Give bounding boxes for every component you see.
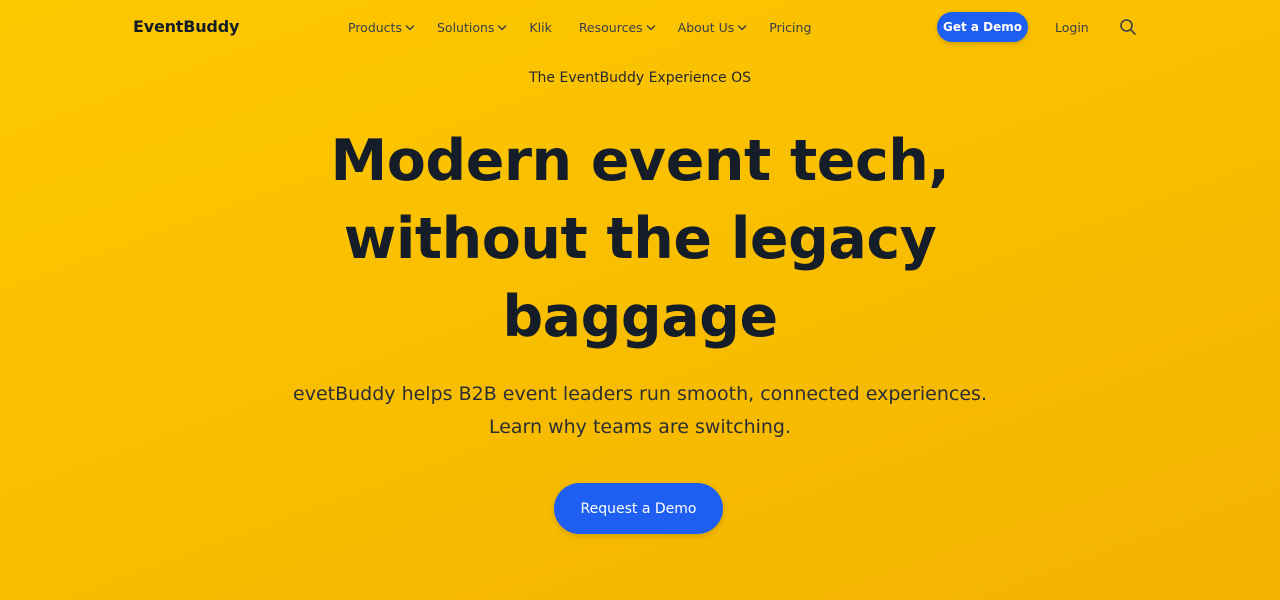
- search-icon[interactable]: [1119, 18, 1137, 36]
- nav-item-label: Products: [348, 20, 402, 35]
- chevron-down-icon: [737, 24, 747, 31]
- get-a-demo-button[interactable]: Get a Demo: [937, 12, 1028, 42]
- nav-item-label: Resources: [578, 20, 643, 35]
- top-navbar: EventBuddy Products Solutions Klik Resou…: [0, 0, 1280, 56]
- nav-item-pricing[interactable]: Pricing: [769, 20, 811, 35]
- nav-item-solutions[interactable]: Solutions: [437, 20, 507, 35]
- main-menu: Products Solutions Klik Resources About …: [348, 20, 811, 35]
- chevron-down-icon: [646, 24, 656, 31]
- hero-subtitle: evetBuddy helps B2B event leaders run sm…: [240, 378, 1040, 444]
- hero-eyebrow: The EventBuddy Experience OS: [528, 70, 751, 86]
- headline-line: Modern event tech,: [330, 128, 950, 194]
- logo[interactable]: EventBuddy: [133, 17, 239, 36]
- nav-item-klik[interactable]: Klik: [529, 20, 551, 35]
- nav-item-label: Klik: [529, 20, 552, 35]
- nav-item-label: Solutions: [436, 20, 495, 35]
- nav-item-products[interactable]: Products: [348, 20, 415, 35]
- nav-item-label: About Us: [677, 20, 735, 35]
- nav-item-resources[interactable]: Resources: [579, 20, 656, 35]
- subtitle-line: Learn why teams are switching.: [488, 416, 792, 438]
- headline-line: baggage: [502, 284, 778, 350]
- nav-item-about-us[interactable]: About Us: [678, 20, 748, 35]
- chevron-down-icon: [497, 24, 507, 31]
- subtitle-line: evetBuddy helps B2B event leaders run sm…: [293, 383, 987, 405]
- chevron-down-icon: [405, 24, 415, 31]
- hero-headline: Modern event tech, without the legacy ba…: [290, 122, 990, 356]
- nav-item-label: Pricing: [769, 20, 812, 35]
- headline-line: without the legacy: [343, 206, 937, 272]
- login-link[interactable]: Login: [1055, 20, 1089, 35]
- request-demo-button[interactable]: Request a Demo: [554, 483, 723, 534]
